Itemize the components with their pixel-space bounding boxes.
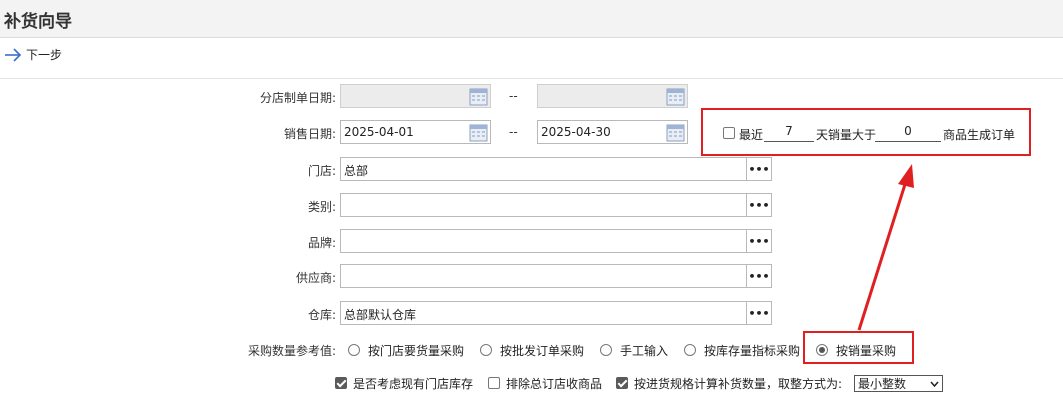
supplier-label: 供应商: [295,271,336,285]
supplier-field[interactable]: ••• [340,264,772,288]
warehouse-field[interactable]: 总部默认仓库 ••• [340,301,772,325]
radio-wholesale-order[interactable] [480,344,492,356]
supplier-lookup-button[interactable]: ••• [746,265,771,287]
warehouse-lookup-button[interactable]: ••• [746,302,771,324]
exclude-hq-label: 排除总订店收商品 [506,377,603,391]
category-field[interactable]: ••• [340,193,772,217]
rounding-select[interactable]: 最小整数 [854,375,943,392]
radio-manual-input-label: 手工输入 [620,344,669,358]
radio-stock-target[interactable] [684,344,696,356]
calendar-icon[interactable] [666,87,685,106]
by-spec-checkbox[interactable] [616,377,628,389]
sales-date-label: 销售日期: [283,127,336,141]
recent-label-mid: 天销量大于 [816,128,877,142]
radio-stock-target-label: 按库存量指标采购 [704,344,801,358]
category-lookup-button[interactable]: ••• [746,194,771,216]
recent-days-input[interactable]: 7 [764,124,814,142]
recent-qty-input[interactable]: 0 [875,124,941,142]
store-value: 总部 [344,164,369,178]
radio-wholesale-order-label: 按批发订单采购 [500,344,585,358]
recent-label-suffix: 商品生成订单 [943,128,1016,142]
brand-lookup-button[interactable]: ••• [746,230,771,252]
calendar-icon[interactable] [469,87,488,106]
chevron-down-icon [930,381,939,387]
radio-by-sales-label: 按销量采购 [836,344,897,358]
page-title: 补货向导 [4,12,72,32]
category-label: 类别: [307,200,336,214]
annotation-arrow [857,164,914,331]
brand-field[interactable]: ••• [340,229,772,253]
range-separator: -- [509,89,518,103]
radio-manual-input[interactable] [600,344,612,356]
brand-label: 品牌: [307,236,336,250]
by-spec-label: 按进货规格计算补货数量，取整方式为: [634,377,843,391]
toolbar: 下一步 [0,38,1063,79]
store-lookup-button[interactable]: ••• [746,158,771,180]
rounding-select-value: 最小整数 [858,377,907,391]
radio-store-demand-label: 按门店要货量采购 [368,344,465,358]
recent-label-prefix: 最近 [739,128,764,142]
reference-label: 采购数量参考值: [247,344,336,358]
radio-store-demand[interactable] [348,344,360,356]
warehouse-value: 总部默认仓库 [344,308,417,322]
arrow-right-icon [5,47,22,62]
store-field[interactable]: 总部 ••• [340,157,772,181]
next-step-label: 下一步 [26,48,63,62]
radio-by-sales[interactable] [816,344,828,356]
consider-stock-checkbox[interactable] [335,377,347,389]
calendar-icon[interactable] [666,123,685,142]
recent-sales-checkbox[interactable] [723,127,735,139]
range-separator: -- [509,125,518,139]
next-step-button[interactable]: 下一步 [4,46,62,63]
branch-date-label: 分店制单日期: [259,91,336,105]
exclude-hq-checkbox[interactable] [488,377,500,389]
warehouse-label: 仓库: [307,308,336,322]
page-header: 补货向导 [0,0,1063,38]
calendar-icon[interactable] [469,123,488,142]
consider-stock-label: 是否考虑现有门店库存 [353,377,474,391]
store-label: 门店: [307,164,336,178]
